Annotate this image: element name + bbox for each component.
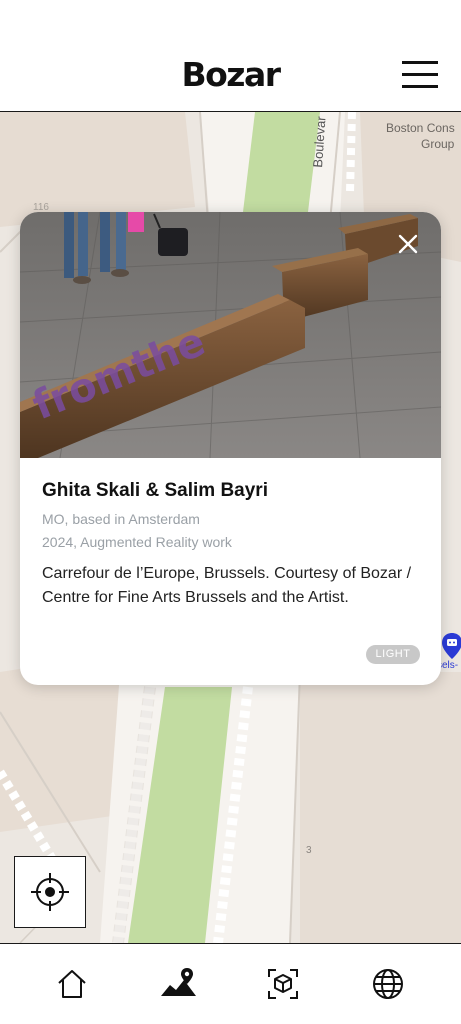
close-button[interactable]	[396, 232, 420, 256]
home-icon	[58, 970, 86, 998]
app-logo[interactable]: Bozar	[0, 55, 461, 94]
ar-cube-icon	[268, 969, 298, 999]
artist-name: Ghita Skali & Salim Bayri	[42, 480, 268, 501]
artwork-card[interactable]: fromthe Ghita Skali & Salim Bayri MO, ba…	[20, 212, 441, 685]
tab-map[interactable]	[160, 966, 196, 1002]
map-icon	[161, 968, 196, 996]
app-header: Bozar	[0, 0, 461, 112]
close-icon	[398, 234, 418, 254]
locate-button[interactable]	[14, 856, 86, 928]
artwork-description: Carrefour de l’Europe, Brussels. Courtes…	[42, 565, 412, 606]
hamburger-menu-icon-bar	[402, 85, 438, 88]
hamburger-menu-icon-bar	[402, 73, 438, 76]
globe-icon	[373, 969, 403, 999]
tab-home[interactable]	[54, 966, 90, 1002]
hamburger-menu-icon	[402, 61, 438, 64]
map-place-label: Group	[421, 137, 455, 151]
crosshair-locate-icon	[30, 872, 69, 911]
bottom-nav	[0, 943, 461, 1024]
tab-language[interactable]	[370, 966, 406, 1002]
artwork-year-medium: 2024, Augmented Reality work	[42, 534, 232, 550]
tab-ar[interactable]	[265, 966, 301, 1002]
map-place-label: Boston Cons	[386, 121, 455, 135]
light-badge: LIGHT	[366, 645, 420, 664]
map-number-label: 3	[306, 845, 312, 856]
artist-origin: MO, based in Amsterdam	[42, 511, 200, 527]
artwork-photo: fromthe	[20, 212, 441, 458]
menu-button[interactable]	[402, 61, 438, 89]
map-poi-icon[interactable]: sels-	[437, 632, 461, 672]
